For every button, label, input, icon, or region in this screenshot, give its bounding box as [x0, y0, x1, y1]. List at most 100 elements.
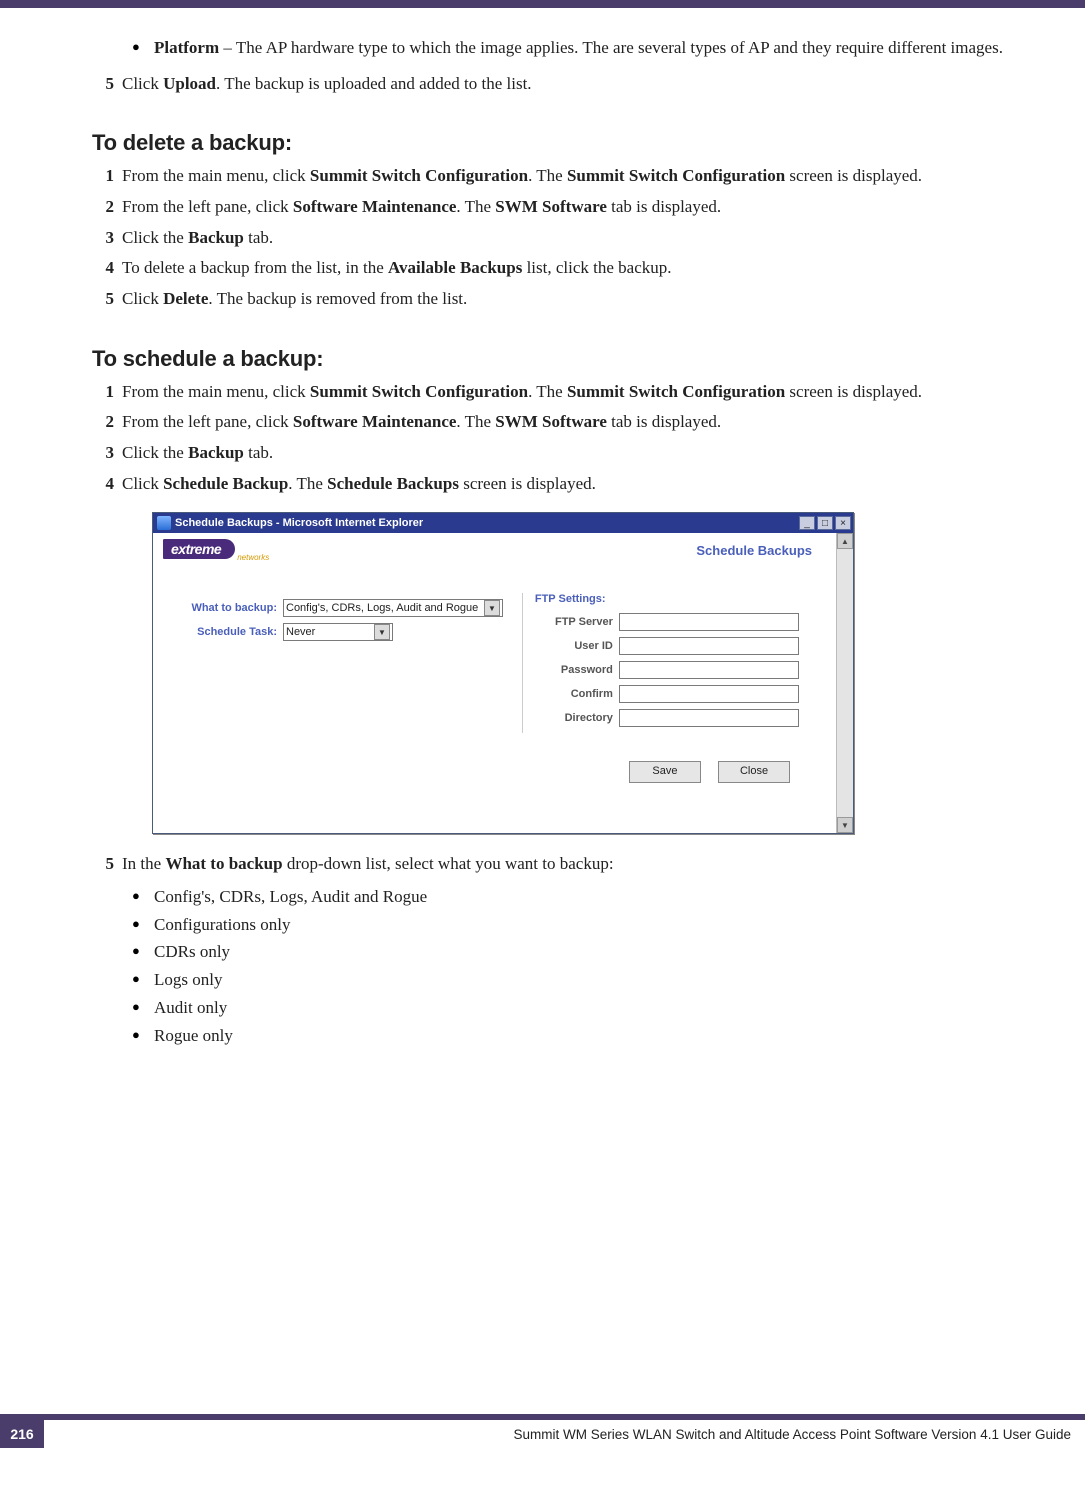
platform-bullet: Platform – The AP hardware type to which… [132, 36, 1055, 60]
t: . The [456, 412, 495, 431]
step-number: 1 [92, 380, 114, 405]
t: Software Maintenance [293, 412, 457, 431]
t: Schedule Backups [327, 474, 459, 493]
t: drop-down list, select what you want to … [283, 854, 614, 873]
delete-step-5: 5Click Delete. The backup is removed fro… [92, 287, 1055, 312]
close-window-button[interactable]: × [835, 516, 851, 530]
t: screen is displayed. [459, 474, 596, 493]
option-item: CDRs only [132, 940, 1055, 964]
dialog-page-title: Schedule Backups [696, 543, 812, 558]
t: screen is displayed. [785, 166, 922, 185]
schedule-task-label: Schedule Task: [167, 626, 283, 638]
option-item: Configurations only [132, 913, 1055, 937]
step-text-post: . The backup is uploaded and added to th… [216, 74, 532, 93]
step-number: 2 [92, 410, 114, 435]
backup-options-list: Config's, CDRs, Logs, Audit and Rogue Co… [122, 885, 1055, 1048]
confirm-label: Confirm [535, 688, 619, 700]
t: tab. [244, 228, 273, 247]
t: . The [288, 474, 327, 493]
platform-bullet-label: Platform [154, 38, 219, 57]
t: . The [528, 166, 567, 185]
page-body: Platform – The AP hardware type to which… [0, 8, 1085, 1448]
step-number: 1 [92, 164, 114, 189]
schedule-backups-screenshot: Schedule Backups - Microsoft Internet Ex… [152, 512, 1055, 834]
t: From the main menu, click [122, 382, 310, 401]
schedule-task-select[interactable]: Never ▼ [283, 623, 393, 641]
t: tab is displayed. [607, 197, 721, 216]
t: Delete [163, 289, 208, 308]
t: tab is displayed. [607, 412, 721, 431]
t: Schedule Backup [163, 474, 288, 493]
chevron-down-icon: ▼ [484, 600, 500, 616]
dialog-window: Schedule Backups - Microsoft Internet Ex… [152, 512, 854, 834]
confirm-input[interactable] [619, 685, 799, 703]
scroll-down-icon[interactable]: ▼ [837, 817, 853, 833]
t: SWM Software [495, 412, 607, 431]
step-text-bold: Upload [163, 74, 216, 93]
delete-step-1: 1From the main menu, click Summit Switch… [92, 164, 1055, 189]
password-label: Password [535, 664, 619, 676]
t: From the left pane, click [122, 412, 293, 431]
directory-input[interactable] [619, 709, 799, 727]
maximize-button[interactable]: □ [817, 516, 833, 530]
option-item: Rogue only [132, 1024, 1055, 1048]
right-column: FTP Settings: FTP Server User ID Passwor… [523, 593, 826, 733]
heading-schedule-backup: To schedule a backup: [92, 346, 1055, 372]
minimize-button[interactable]: _ [799, 516, 815, 530]
t: screen is displayed. [785, 382, 922, 401]
schedule-step-3: 3Click the Backup tab. [92, 441, 1055, 466]
dialog-button-row: Save Close [167, 733, 826, 795]
step-number: 3 [92, 226, 114, 251]
option-item: Logs only [132, 968, 1055, 992]
logo-text: extreme [163, 539, 235, 559]
platform-bullet-text: – The AP hardware type to which the imag… [219, 38, 1003, 57]
t: SWM Software [495, 197, 607, 216]
schedule-step-4: 4Click Schedule Backup. The Schedule Bac… [92, 472, 1055, 497]
window-titlebar[interactable]: Schedule Backups - Microsoft Internet Ex… [153, 513, 853, 533]
t: Available Backups [388, 258, 522, 277]
t: In the [122, 854, 165, 873]
step-number: 5 [92, 852, 114, 877]
t: . The [528, 382, 567, 401]
t: Backup [188, 228, 244, 247]
delete-steps: 1From the main menu, click Summit Switch… [92, 164, 1055, 311]
step-number: 3 [92, 441, 114, 466]
ftp-server-input[interactable] [619, 613, 799, 631]
what-to-backup-select[interactable]: Config's, CDRs, Logs, Audit and Rogue ▼ [283, 599, 503, 617]
upload-step-list: 5 Click Upload. The backup is uploaded a… [92, 72, 1055, 97]
t: tab. [244, 443, 273, 462]
heading-delete-backup: To delete a backup: [92, 130, 1055, 156]
window-title: Schedule Backups - Microsoft Internet Ex… [175, 517, 799, 529]
schedule-step-2: 2 From the left pane, click Software Main… [92, 410, 1055, 435]
window-buttons: _ □ × [799, 516, 851, 530]
schedule-task-value: Never [286, 626, 315, 638]
t: What to backup [165, 854, 282, 873]
vertical-scrollbar[interactable]: ▲ ▼ [836, 533, 853, 833]
left-column: What to backup: Config's, CDRs, Logs, Au… [167, 593, 523, 733]
platform-bullet-list: Platform – The AP hardware type to which… [92, 36, 1055, 60]
t: Summit Switch Configuration [567, 382, 785, 401]
t: To delete a backup from the list, in the [122, 258, 388, 277]
save-button[interactable]: Save [629, 761, 701, 783]
schedule-steps: 1 From the main menu, click Summit Switch… [92, 380, 1055, 497]
t: Click [122, 474, 163, 493]
ftp-server-label: FTP Server [535, 616, 619, 628]
ie-icon [157, 516, 171, 530]
user-id-input[interactable] [619, 637, 799, 655]
option-item: Config's, CDRs, Logs, Audit and Rogue [132, 885, 1055, 909]
step-number: 4 [92, 256, 114, 281]
password-input[interactable] [619, 661, 799, 679]
t: From the main menu, click [122, 166, 310, 185]
page-number: 216 [0, 1420, 44, 1448]
step-number: 5 [92, 287, 114, 312]
scroll-up-icon[interactable]: ▲ [837, 533, 853, 549]
dialog-form: What to backup: Config's, CDRs, Logs, Au… [153, 533, 836, 833]
what-to-backup-value: Config's, CDRs, Logs, Audit and Rogue [286, 602, 478, 614]
close-button[interactable]: Close [718, 761, 790, 783]
schedule-step-1: 1 From the main menu, click Summit Switch… [92, 380, 1055, 405]
step-number: 5 [92, 72, 114, 97]
directory-label: Directory [535, 712, 619, 724]
step-text-pre: Click [122, 74, 163, 93]
page-top-rule [0, 0, 1085, 8]
upload-step-5: 5 Click Upload. The backup is uploaded a… [92, 72, 1055, 97]
